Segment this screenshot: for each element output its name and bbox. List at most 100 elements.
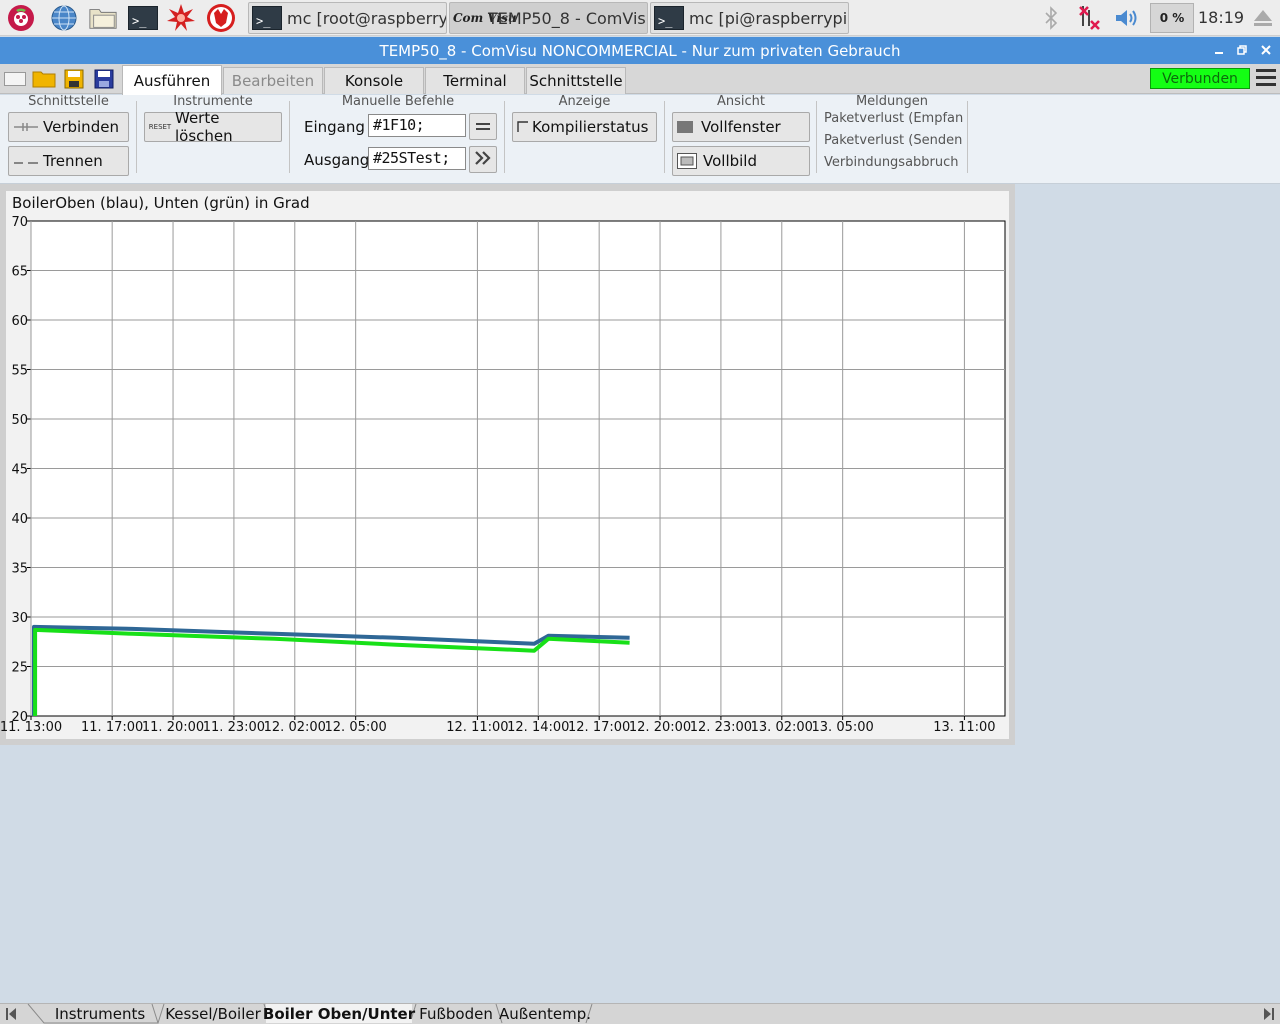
full-window-label: Vollfenster <box>701 118 781 136</box>
group-label-instrumente: Instrumente <box>173 94 253 109</box>
taskbar-window-mc-pi[interactable]: >_ mc [pi@raspberrypi]:~ <box>650 2 849 34</box>
terminal-icon: >_ <box>251 4 283 32</box>
ribbon-separator <box>816 101 817 173</box>
taskbar-window-label: TEMP50_8 - ComVis... <box>488 8 648 28</box>
volume-icon[interactable] <box>1112 0 1142 36</box>
compile-status-label: Kompilierstatus <box>532 118 649 136</box>
scroll-right-icon[interactable] <box>1260 1004 1278 1023</box>
ribbon-separator <box>664 101 665 173</box>
tab-schnittstelle[interactable]: Schnittstelle <box>526 67 626 94</box>
save-icon[interactable] <box>92 68 116 90</box>
sheet-tab-aussentemp[interactable]: Außentemp. <box>499 1004 591 1023</box>
connect-label: Verbinden <box>43 118 119 136</box>
terminal-icon[interactable]: >_ <box>128 3 158 33</box>
checkbox-icon <box>517 121 529 133</box>
terminal-icon: >_ <box>653 4 685 32</box>
connect-button[interactable]: Verbinden <box>8 112 129 142</box>
eject-icon[interactable] <box>1250 0 1276 36</box>
sheet-tab-label: Kessel/Boiler <box>165 1004 261 1023</box>
close-icon[interactable] <box>1256 40 1276 60</box>
equals-button[interactable] <box>469 113 497 140</box>
ribbon-separator <box>289 101 290 173</box>
tab-label: Terminal <box>443 72 507 90</box>
tab-terminal[interactable]: Terminal <box>425 67 525 94</box>
compile-status-checkbox[interactable]: Kompilierstatus <box>512 112 657 142</box>
window-titlebar[interactable]: TEMP50_8 - ComVisu NONCOMMERCIAL - Nur z… <box>0 37 1280 64</box>
menu-icon[interactable] <box>1256 69 1276 89</box>
tab-konsole[interactable]: Konsole <box>324 67 424 94</box>
disconnect-label: Trennen <box>43 152 103 170</box>
sheet-tab-boiler-oben-unten[interactable]: Boiler Oben/Unter <box>262 1004 416 1023</box>
message-packet-loss-send: Paketverlust (Senden <box>824 133 963 148</box>
connection-status: Verbunden <box>1150 68 1250 89</box>
fullscreen-icon <box>677 153 697 169</box>
full-window-button[interactable]: Vollfenster <box>672 112 810 142</box>
tab-label: Konsole <box>344 72 404 90</box>
raspberry-menu-icon[interactable] <box>6 3 36 33</box>
maximize-icon[interactable] <box>1232 40 1252 60</box>
double-chevron-right-icon <box>474 150 492 169</box>
group-label-ansicht: Ansicht <box>716 94 765 109</box>
web-browser-icon[interactable] <box>49 3 79 33</box>
equals-icon <box>476 118 490 136</box>
taskbar-window-label: mc [pi@raspberrypi]:~ <box>689 8 848 28</box>
plug-disconnect-icon <box>13 154 39 168</box>
comvisu-icon-text: Com Visu <box>453 10 517 25</box>
taskbar-window-label: mc [root@raspberryp... <box>287 8 446 28</box>
save-as-icon[interactable] <box>62 68 86 90</box>
network-disconnected-icon[interactable] <box>1076 0 1104 36</box>
cpu-monitor: 0 % <box>1150 3 1194 33</box>
bluetooth-icon[interactable] <box>1040 0 1062 36</box>
sheet-tab-instruments[interactable]: Instruments <box>44 1004 156 1023</box>
group-label-manuelle-befehle: Manuelle Befehle <box>341 94 455 109</box>
tab-label: Ausführen <box>133 71 211 90</box>
input-label: Eingang <box>304 118 365 136</box>
fullscreen-button[interactable]: Vollbild <box>672 146 810 176</box>
tab-label: Bearbeiten <box>231 72 315 90</box>
sheet-tab-label: Instruments <box>54 1004 146 1023</box>
sheet-tab-fussboden[interactable]: Fußboden <box>416 1004 496 1023</box>
send-button[interactable] <box>469 146 497 173</box>
reset-icon: RESET <box>148 123 172 131</box>
tab-ausfuehren[interactable]: Ausführen <box>122 65 222 95</box>
tab-bearbeiten[interactable]: Bearbeiten <box>223 67 323 94</box>
full-window-icon <box>677 121 693 133</box>
ribbon-separator <box>504 101 505 173</box>
comvisu-icon: Com Visu <box>452 4 517 32</box>
connection-status-label: Verbunden <box>1162 70 1238 87</box>
window-title: TEMP50_8 - ComVisu NONCOMMERCIAL - Nur z… <box>379 41 901 60</box>
disconnect-button[interactable]: Trennen <box>8 146 129 176</box>
taskbar-window-comvisu[interactable]: Com Visu TEMP50_8 - ComVis... <box>449 2 648 34</box>
ribbon-separator <box>967 101 968 173</box>
group-label-meldungen: Meldungen <box>855 94 929 109</box>
group-label-anzeige: Anzeige <box>558 94 611 109</box>
scroll-left-icon[interactable] <box>2 1004 20 1023</box>
group-label-schnittstelle: Schnittstelle <box>28 94 109 109</box>
input-command-field[interactable]: #1F10; <box>368 114 466 137</box>
clear-values-label: Werte löschen <box>175 109 233 145</box>
ribbon-separator <box>136 101 137 173</box>
sheet-tab-label: Boiler Oben/Unter <box>262 1004 416 1023</box>
wolfram-icon[interactable] <box>206 3 236 33</box>
message-packet-loss-receive: Paketverlust (Empfan <box>824 111 964 126</box>
sheet-tab-label: Außentemp. <box>499 1004 591 1023</box>
message-connection-lost: Verbindungsabbruch <box>824 155 959 170</box>
cpu-value: 0 % <box>1159 11 1185 25</box>
chart-area <box>6 191 1009 739</box>
output-command-field[interactable]: #25STest; <box>368 147 466 170</box>
math-icon[interactable] <box>166 3 196 33</box>
output-label: Ausgang <box>304 151 370 169</box>
clear-values-button[interactable]: RESET Werte löschen <box>144 109 282 145</box>
tab-label: Schnittstelle <box>529 72 623 90</box>
new-file-icon[interactable] <box>3 68 27 90</box>
plug-connect-icon <box>13 120 39 134</box>
file-manager-icon[interactable] <box>88 3 118 33</box>
open-folder-icon[interactable] <box>32 68 56 90</box>
sheet-tab-label: Fußboden <box>419 1004 493 1023</box>
clock[interactable]: 18:19 <box>1198 8 1244 27</box>
chart-title: BoilerOben (blau), Unten (grün) in Grad <box>12 194 310 212</box>
fullscreen-label: Vollbild <box>703 152 757 170</box>
sheet-tab-kessel-boiler[interactable]: Kessel/Boiler <box>164 1004 262 1023</box>
minimize-icon[interactable] <box>1209 40 1229 60</box>
taskbar-window-mc-root[interactable]: >_ mc [root@raspberryp... <box>248 2 447 34</box>
